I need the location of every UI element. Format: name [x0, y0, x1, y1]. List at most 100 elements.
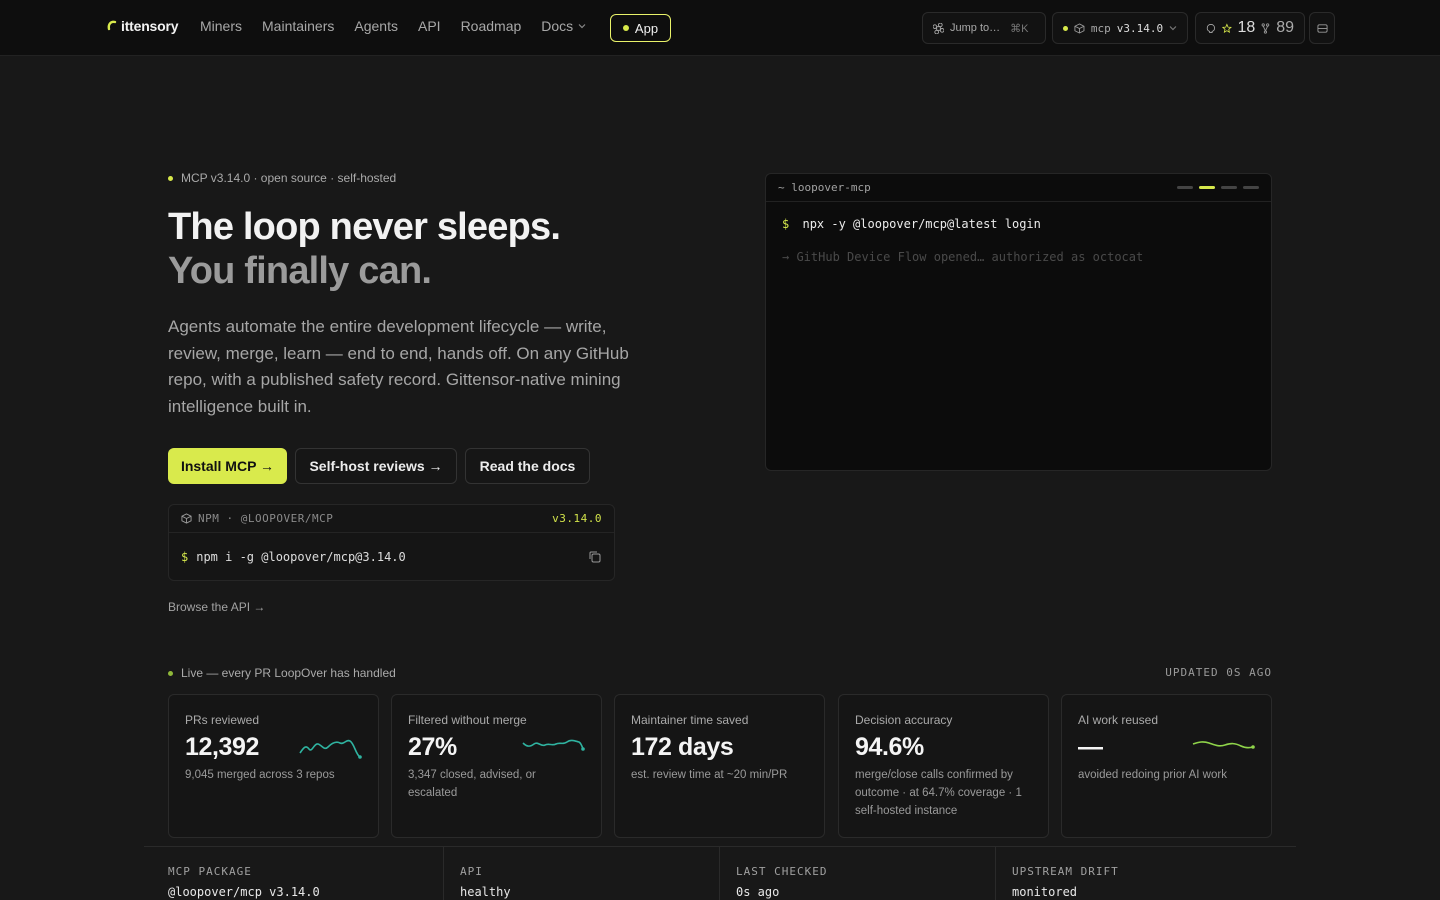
npm-prompt: $ — [181, 550, 189, 564]
top-nav: ittensory Miners Maintainers Agents API … — [0, 0, 1440, 56]
mcp-version: v3.14.0 — [1116, 21, 1164, 35]
jump-shortcut: ⌘K — [1010, 22, 1029, 35]
terminal-header: ~ loopover-mcp — [766, 174, 1271, 202]
status-cell-mcp-package: MCP PACKAGE @loopover/mcp v3.14.0 — [144, 847, 443, 900]
eyebrow-dot — [168, 175, 173, 181]
terminal-window: ~ loopover-mcp $ npx -y @loopover/mcp@la… — [765, 173, 1272, 471]
sparkline — [522, 739, 585, 751]
install-mcp-button[interactable]: Install MCP → — [168, 448, 287, 484]
status-strip: MCP PACKAGE @loopover/mcp v3.14.0 API he… — [144, 846, 1296, 900]
nav-link-docs[interactable]: Docs — [541, 18, 586, 34]
terminal-tab-active[interactable] — [1199, 186, 1215, 189]
terminal-tab[interactable] — [1243, 186, 1259, 189]
npm-package-label: NPM · @LOOPOVER/MCP — [198, 512, 334, 525]
nav-link-roadmap[interactable]: Roadmap — [461, 18, 522, 34]
star-icon — [1221, 22, 1232, 33]
brand-name: ittensory — [121, 18, 179, 34]
read-docs-button[interactable]: Read the docs — [465, 448, 590, 484]
status-value: monitored — [1012, 885, 1078, 899]
chevron-down-icon — [1169, 26, 1177, 31]
stat-card-filtered: Filtered without merge 27% 3,347 closed,… — [391, 694, 602, 838]
nav-link-api[interactable]: API — [418, 18, 441, 34]
hero-title-line2: You finally can. — [168, 250, 432, 292]
self-host-reviews-button[interactable]: Self-host reviews → — [295, 448, 457, 484]
brand[interactable]: ittensory — [106, 18, 179, 34]
live-text: Live — every PR LoopOver has handled — [181, 666, 396, 680]
terminal-prompt: $ — [782, 217, 790, 231]
status-cell-api: API healthy — [443, 847, 719, 900]
github-stats-link[interactable]: 18 89 — [1195, 12, 1305, 44]
fork-icon — [1261, 22, 1270, 34]
stat-sub: 9,045 merged across 3 repos — [185, 769, 335, 781]
updated-timestamp: UPDATED 0S AGO — [1165, 666, 1272, 679]
stat-sub: merge/close calls confirmed by outcome ·… — [855, 769, 1022, 817]
mcp-label: mcp — [1090, 21, 1111, 35]
terminal-title: ~ loopover-mcp — [778, 181, 871, 194]
terminal-tabs — [1177, 186, 1259, 189]
hero-title-line1: The loop never sleeps. — [168, 206, 561, 248]
brand-logo-icon — [107, 20, 117, 31]
nav-link-maintainers[interactable]: Maintainers — [262, 18, 334, 34]
package-icon — [1074, 22, 1085, 34]
live-dot — [168, 670, 173, 676]
terminal-command-line: $ npx -y @loopover/mcp@latest login — [782, 217, 1041, 231]
npm-command[interactable]: npm i -g @loopover/mcp@3.14.0 — [196, 550, 406, 564]
stat-label: AI work reused — [1078, 713, 1159, 727]
sparkline — [1192, 741, 1255, 749]
hero-lead: Agents automate the entire development l… — [168, 317, 629, 416]
app-button[interactable]: App — [610, 14, 671, 42]
status-cell-upstream-drift: UPSTREAM DRIFT monitored — [995, 847, 1296, 900]
terminal-tab[interactable] — [1177, 186, 1193, 189]
sparkline — [299, 739, 362, 759]
terminal-tab[interactable] — [1221, 186, 1237, 189]
terminal-output: → GitHub Device Flow opened… authorized … — [782, 250, 1144, 264]
status-value: @loopover/mcp v3.14.0 — [168, 885, 320, 899]
app-button-label: App — [634, 20, 659, 36]
npm-install-box: NPM · @LOOPOVER/MCP v3.14.0 $ npm i -g @… — [168, 504, 615, 581]
jump-to-label: Jump to… — [950, 22, 1001, 34]
npm-version: v3.14.0 — [552, 512, 602, 525]
stat-value: 172 days — [631, 733, 734, 761]
chevron-down-icon — [578, 24, 586, 29]
status-key: UPSTREAM DRIFT — [1012, 865, 1119, 878]
nav-links: Miners Maintainers Agents API Roadmap Do… — [200, 18, 586, 34]
stat-card-time-saved: Maintainer time saved 172 days est. revi… — [614, 694, 825, 838]
stat-label: Decision accuracy — [855, 713, 953, 727]
eyebrow-text: MCP v3.14.0 · open source · self-hosted — [181, 171, 397, 185]
hero-eyebrow: MCP v3.14.0 · open source · self-hosted — [168, 171, 396, 185]
status-value: healthy — [460, 885, 511, 899]
copy-icon[interactable] — [588, 550, 602, 564]
jump-to-button[interactable]: Jump to… ⌘K — [922, 12, 1046, 44]
stat-label: Maintainer time saved — [631, 713, 749, 727]
nav-link-docs-label: Docs — [541, 18, 574, 34]
browse-api-link[interactable]: Browse the API → — [168, 600, 265, 614]
package-icon — [181, 513, 192, 524]
status-value: 0s ago — [736, 885, 780, 899]
stat-card-prs-reviewed: PRs reviewed 12,392 9,045 merged across … — [168, 694, 379, 838]
stat-sub: est. review time at ~20 min/PR — [631, 769, 788, 781]
command-icon — [933, 22, 944, 34]
npm-box-header: NPM · @LOOPOVER/MCP v3.14.0 — [169, 505, 614, 533]
status-cell-last-checked: LAST CHECKED 0s ago — [719, 847, 995, 900]
layout-icon — [1316, 23, 1328, 33]
status-key: API — [460, 865, 483, 878]
github-icon — [1206, 23, 1215, 33]
star-count: 18 — [1237, 19, 1256, 36]
status-dot — [622, 25, 629, 31]
terminal-command: npx -y @loopover/mcp@latest login — [802, 217, 1041, 231]
mcp-status-dot — [1063, 25, 1068, 31]
fork-count: 89 — [1276, 19, 1294, 36]
nav-link-agents[interactable]: Agents — [354, 18, 398, 34]
stat-card-accuracy: Decision accuracy 94.6% merge/close call… — [838, 694, 1049, 838]
npm-command-row: $ npm i -g @loopover/mcp@3.14.0 — [169, 533, 614, 581]
nav-link-miners[interactable]: Miners — [200, 18, 242, 34]
stat-sub: avoided redoing prior AI work — [1078, 769, 1227, 781]
layout-toggle-button[interactable] — [1309, 12, 1335, 44]
stat-label: Filtered without merge — [408, 713, 527, 727]
status-key: LAST CHECKED — [736, 865, 828, 878]
mcp-version-select[interactable]: mcp v3.14.0 — [1052, 12, 1188, 44]
stat-sub: 3,347 closed, advised, or escalated — [408, 769, 536, 799]
stat-card-ai-reused: AI work reused — avoided redoing prior A… — [1061, 694, 1272, 838]
stat-value: 94.6% — [855, 733, 924, 761]
status-key: MCP PACKAGE — [168, 865, 252, 878]
